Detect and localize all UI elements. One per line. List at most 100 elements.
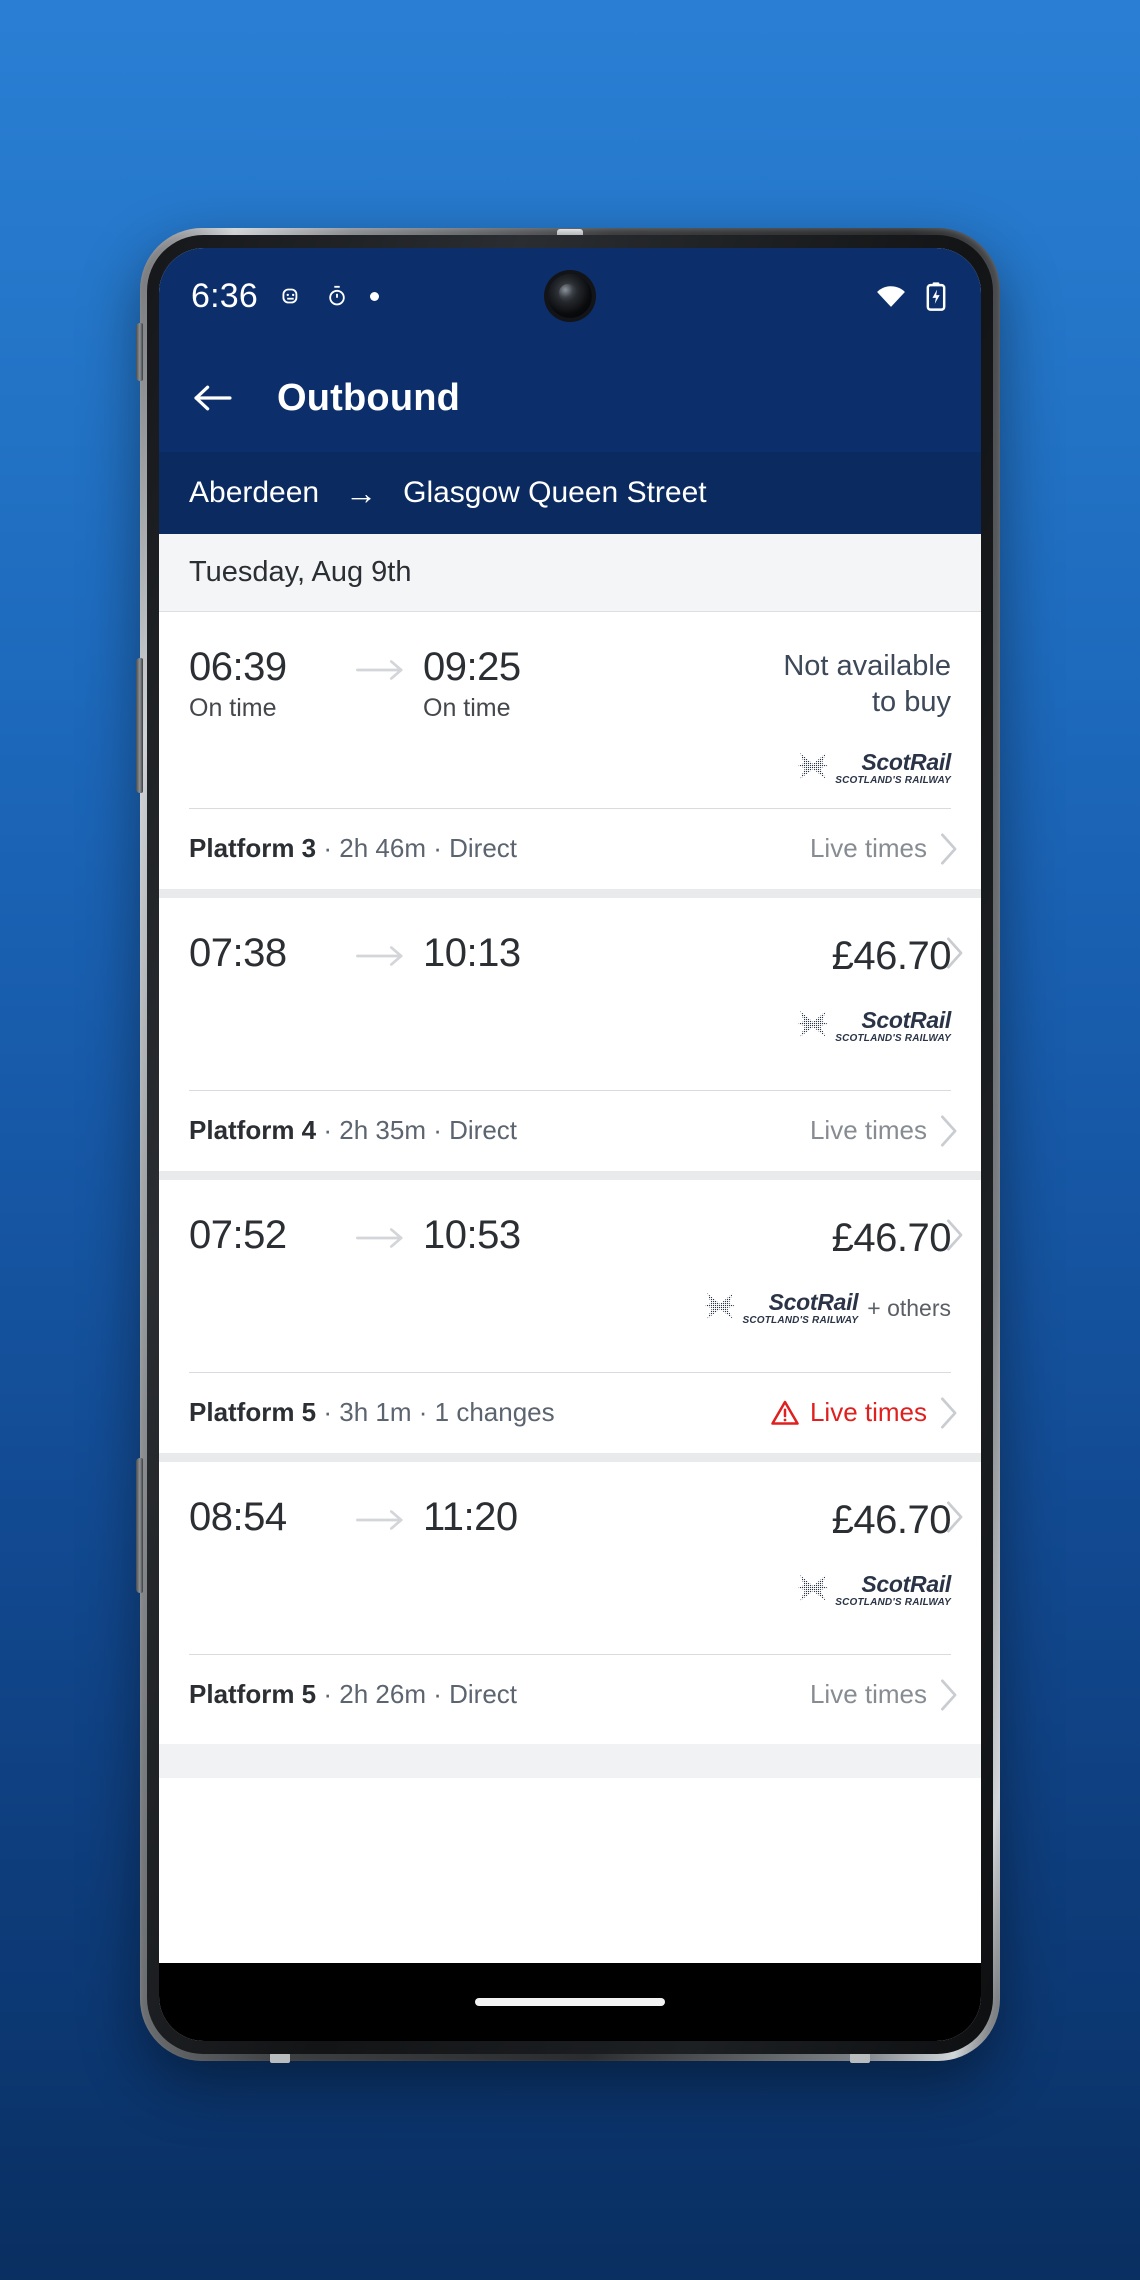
live-times-chevron-icon [937, 1678, 959, 1712]
arrival-block: 11:20 [423, 1496, 563, 1538]
arrival-time: 09:25 [423, 645, 521, 689]
journey-changes: Direct [449, 1679, 518, 1709]
journey-platform: Platform 5 [189, 1397, 317, 1427]
departure-time: 07:38 [189, 930, 287, 975]
journey-platform: Platform 3 [189, 833, 317, 863]
operator-tagline: SCOTLAND'S RAILWAY [742, 1314, 859, 1326]
phone-frame: 6:36 Outbound Aberdeen → Glasgow Queen S… [136, 228, 1000, 2063]
departure-time: 08:54 [189, 1494, 287, 1539]
operator-name: ScotRail [861, 1006, 951, 1033]
departure-status: On time [189, 694, 277, 722]
meta-separator-1: · [316, 833, 340, 863]
journey-duration: 2h 35m [339, 1115, 426, 1145]
operator-name: ScotRail [768, 1288, 859, 1315]
status-bar-right [875, 281, 947, 311]
operator-tagline: SCOTLAND'S RAILWAY [835, 774, 951, 786]
live-times-action[interactable]: Live times [810, 832, 957, 866]
journey-unavailable-label: Not available to buy [783, 648, 951, 721]
journey-results-list: 06:39 On time 09:25 On time Not available to … [159, 612, 981, 1735]
departure-time: 06:39 [189, 645, 287, 689]
journey-times: 06:39 On time 09:25 On time [189, 646, 563, 723]
back-button[interactable] [191, 376, 235, 420]
journey-card-main[interactable]: 07:38 10:13 £46.70 ScotRail SCOTLAND'S RAILW… [189, 898, 963, 1068]
side-button-top[interactable] [136, 323, 143, 381]
scotrail-saltire-icon [703, 1291, 737, 1326]
power-button[interactable] [136, 1458, 143, 1593]
journey-results-scroll[interactable]: 06:39 On time 09:25 On time Not available to … [159, 612, 981, 1963]
live-times-chevron-icon [937, 1396, 959, 1430]
warning-triangle-icon [770, 1399, 800, 1427]
status-bar-clock: 6:36 [191, 277, 258, 315]
journey-platform: Platform 5 [189, 1679, 317, 1709]
journey-card-footer[interactable]: Platform 5 · 2h 26m · Direct Live times [189, 1655, 957, 1735]
live-times-action[interactable]: Live times [809, 1678, 957, 1712]
live-times-action[interactable]: Live times [770, 1396, 957, 1430]
operator-logo: ScotRail SCOTLAND'S RAILWAY [796, 1570, 951, 1608]
meta-separator-1: · [316, 1679, 340, 1709]
journey-detail-chevron-icon [943, 1500, 965, 1534]
scotrail-saltire-icon [796, 1573, 830, 1608]
departure-block: 08:54 [189, 1496, 337, 1538]
live-times-action[interactable]: Live times [809, 1114, 957, 1148]
operator-logo: ScotRail SCOTLAND'S RAILWAY [796, 1006, 951, 1044]
date-section-header: Tuesday, Aug 9th [159, 534, 981, 612]
scotrail-saltire-icon [796, 1009, 830, 1044]
journey-card-main[interactable]: 07:52 10:53 £46.70 ScotRail SCOTLAND'S RAILW… [189, 1180, 963, 1350]
arrival-block: 09:25 On time [423, 646, 563, 723]
antenna-notch-left [270, 2053, 290, 2063]
operator-name: ScotRail [861, 748, 951, 775]
journey-card-footer[interactable]: Platform 3 · 2h 46m · Direct Live times [189, 809, 957, 889]
live-times-chevron-icon [937, 1114, 959, 1148]
journey-fare-block: Not available to buy ScotRail SCOTLAND'S RA… [783, 646, 951, 786]
journey-duration: 3h 1m [339, 1397, 412, 1427]
live-times-label: Live times [809, 1115, 927, 1145]
unavailable-line-2: to buy [872, 686, 951, 719]
journey-card[interactable]: 07:38 10:13 £46.70 ScotRail SCOTLAND'S RAILW… [159, 897, 981, 1171]
volume-button[interactable] [136, 658, 143, 793]
route-summary-bar[interactable]: Aberdeen → Glasgow Queen Street [159, 452, 981, 534]
arrival-status: On time [423, 694, 511, 722]
departure-block: 07:52 [189, 1214, 337, 1256]
journey-arrow-icon [337, 1214, 423, 1250]
journey-card-main[interactable]: 06:39 On time 09:25 On time Not available to … [189, 612, 951, 786]
meta-separator-2: · [426, 1115, 450, 1145]
departure-time: 07:52 [189, 1212, 287, 1257]
live-times-label: Live times [809, 1679, 927, 1709]
journey-card-main[interactable]: 08:54 11:20 £46.70 ScotRail SCOTLAND'S RAILW… [189, 1462, 963, 1632]
journey-card[interactable]: 06:39 On time 09:25 On time Not available to … [159, 612, 981, 889]
operator-tagline: SCOTLAND'S RAILWAY [835, 1032, 951, 1044]
date-label: Tuesday, Aug 9th [189, 556, 412, 588]
journey-duration: 2h 46m [339, 833, 426, 863]
meta-separator-1: · [316, 1115, 340, 1145]
home-gesture-pill[interactable] [475, 1998, 665, 2006]
notification-dot-icon [369, 291, 379, 301]
meta-separator-2: · [426, 1679, 450, 1709]
route-destination: Glasgow Queen Street [403, 476, 707, 509]
operator-row: ScotRail SCOTLAND'S RAILWAY + others [703, 1288, 951, 1326]
journey-changes: Direct [449, 1115, 518, 1145]
journey-times: 07:52 10:53 [189, 1214, 563, 1256]
operator-wordmark: ScotRail SCOTLAND'S RAILWAY [742, 1288, 859, 1326]
journey-price: £46.70 [831, 933, 952, 978]
journey-card-footer[interactable]: Platform 4 · 2h 35m · Direct Live times [189, 1091, 957, 1171]
battery-charging-icon [925, 281, 947, 311]
antenna-notch-right [850, 2053, 870, 2063]
journey-card[interactable]: 08:54 11:20 £46.70 ScotRail SCOTLAND'S RAILW… [159, 1461, 981, 1735]
operator-name: ScotRail [861, 1570, 951, 1597]
journey-card[interactable]: 07:52 10:53 £46.70 ScotRail SCOTLAND'S RAILW… [159, 1179, 981, 1453]
operator-row: ScotRail SCOTLAND'S RAILWAY [796, 1006, 951, 1044]
scotrail-saltire-icon [796, 751, 830, 786]
operator-row: ScotRail SCOTLAND'S RAILWAY [796, 1570, 951, 1608]
android-head-icon [278, 283, 304, 309]
journey-meta: Platform 4 · 2h 35m · Direct [189, 1115, 517, 1146]
journey-meta: Platform 3 · 2h 46m · Direct [189, 833, 517, 864]
operator-wordmark: ScotRail SCOTLAND'S RAILWAY [835, 1006, 951, 1044]
journey-card-footer[interactable]: Platform 5 · 3h 1m · 1 changes Live times [189, 1373, 957, 1453]
stopwatch-icon [324, 283, 350, 309]
operator-others-label: + others [867, 1294, 951, 1321]
arrival-block: 10:53 [423, 1214, 563, 1256]
journey-meta: Platform 5 · 3h 1m · 1 changes [189, 1397, 555, 1428]
list-bottom-spacer [159, 1743, 981, 1778]
journey-changes: Direct [449, 833, 518, 863]
phone-bezel: 6:36 Outbound Aberdeen → Glasgow Queen S… [147, 235, 993, 2054]
